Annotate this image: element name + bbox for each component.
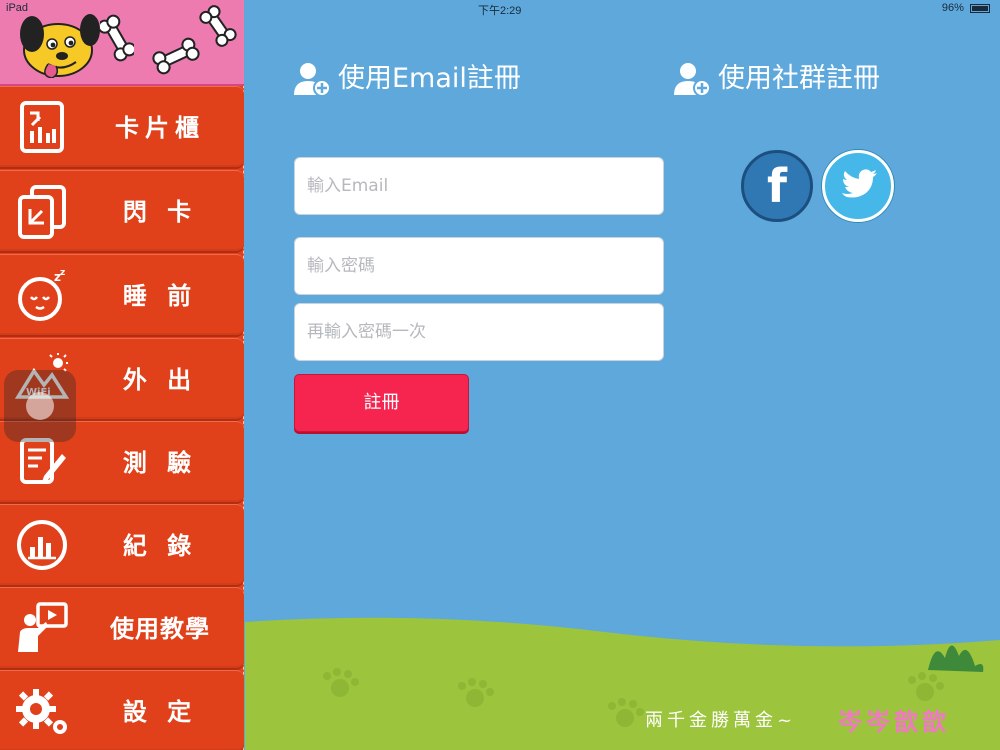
sidebar-item-label: 卡片櫃	[115, 114, 205, 142]
sidebar-item-label: 使用教學	[110, 615, 210, 643]
battery-icon	[970, 3, 990, 13]
bone-icon	[100, 14, 134, 62]
email-register-title-text: 使用Email註冊	[338, 63, 521, 94]
sidebar-item-label: 紀 錄	[122, 532, 198, 560]
twitter-login-button[interactable]	[822, 150, 894, 222]
card-cabinet-icon	[20, 101, 64, 153]
svg-text:z: z	[60, 268, 65, 278]
register-button[interactable]: 註冊	[294, 374, 469, 432]
sidebar-item-card-cabinet[interactable]: 卡片櫃	[0, 86, 244, 169]
flash-card-icon	[18, 185, 66, 239]
twitter-bird-icon	[842, 169, 877, 198]
add-user-icon	[674, 63, 711, 97]
status-bar: iPad 下午2:29 96%	[0, 0, 1000, 18]
battery-indicator: 96%	[942, 2, 990, 14]
record-chart-icon	[17, 520, 67, 570]
status-time: 下午2:29	[478, 5, 522, 17]
password-input[interactable]	[294, 237, 664, 295]
device-label: iPad	[6, 2, 29, 14]
quiz-pencil-icon	[20, 438, 66, 484]
facebook-login-button[interactable]: f	[741, 150, 813, 222]
facebook-icon: f	[767, 159, 788, 213]
email-register-title: 使用Email註冊	[292, 59, 612, 99]
main-content: 使用Email註冊 使用社群註冊 註冊 f 兩千金勝萬金~ 岑岑歆歆	[245, 0, 1000, 750]
bone-icon	[152, 37, 200, 75]
sidebar-item-tutorial[interactable]: 使用教學	[0, 587, 244, 670]
footer-text: 兩千金勝萬金~	[645, 710, 797, 731]
footer-accent-text: 岑岑歆歆	[838, 708, 950, 736]
sidebar-item-label: 設 定	[122, 698, 198, 726]
sidebar-item-label: 外 出	[122, 366, 198, 394]
email-input[interactable]	[294, 157, 664, 215]
facebook-glyph: f	[767, 159, 788, 213]
sleeping-face-icon: z z	[18, 268, 65, 321]
sidebar-item-label: 睡 前	[122, 282, 198, 310]
sidebar-item-label: 測 驗	[122, 449, 198, 477]
sidebar-item-label: 閃 卡	[122, 198, 198, 226]
sidebar-item-records[interactable]: 紀 錄	[0, 504, 244, 587]
sidebar-item-flash-card[interactable]: 閃 卡	[0, 170, 244, 253]
add-user-icon	[294, 63, 331, 97]
tutorial-presenter-icon	[18, 602, 68, 652]
social-register-title: 使用社群註冊	[672, 59, 932, 99]
confirm-password-input[interactable]	[294, 303, 664, 361]
assistive-touch-dot	[26, 392, 54, 420]
social-register-title-text: 使用社群註冊	[718, 63, 880, 94]
sidebar-item-bedtime[interactable]: z z 睡 前	[0, 254, 244, 337]
battery-percent: 96%	[941, 2, 964, 14]
assistive-touch-button[interactable]	[4, 370, 76, 442]
sidebar-item-settings[interactable]: 設 定	[0, 670, 244, 750]
gear-icon	[16, 689, 67, 734]
